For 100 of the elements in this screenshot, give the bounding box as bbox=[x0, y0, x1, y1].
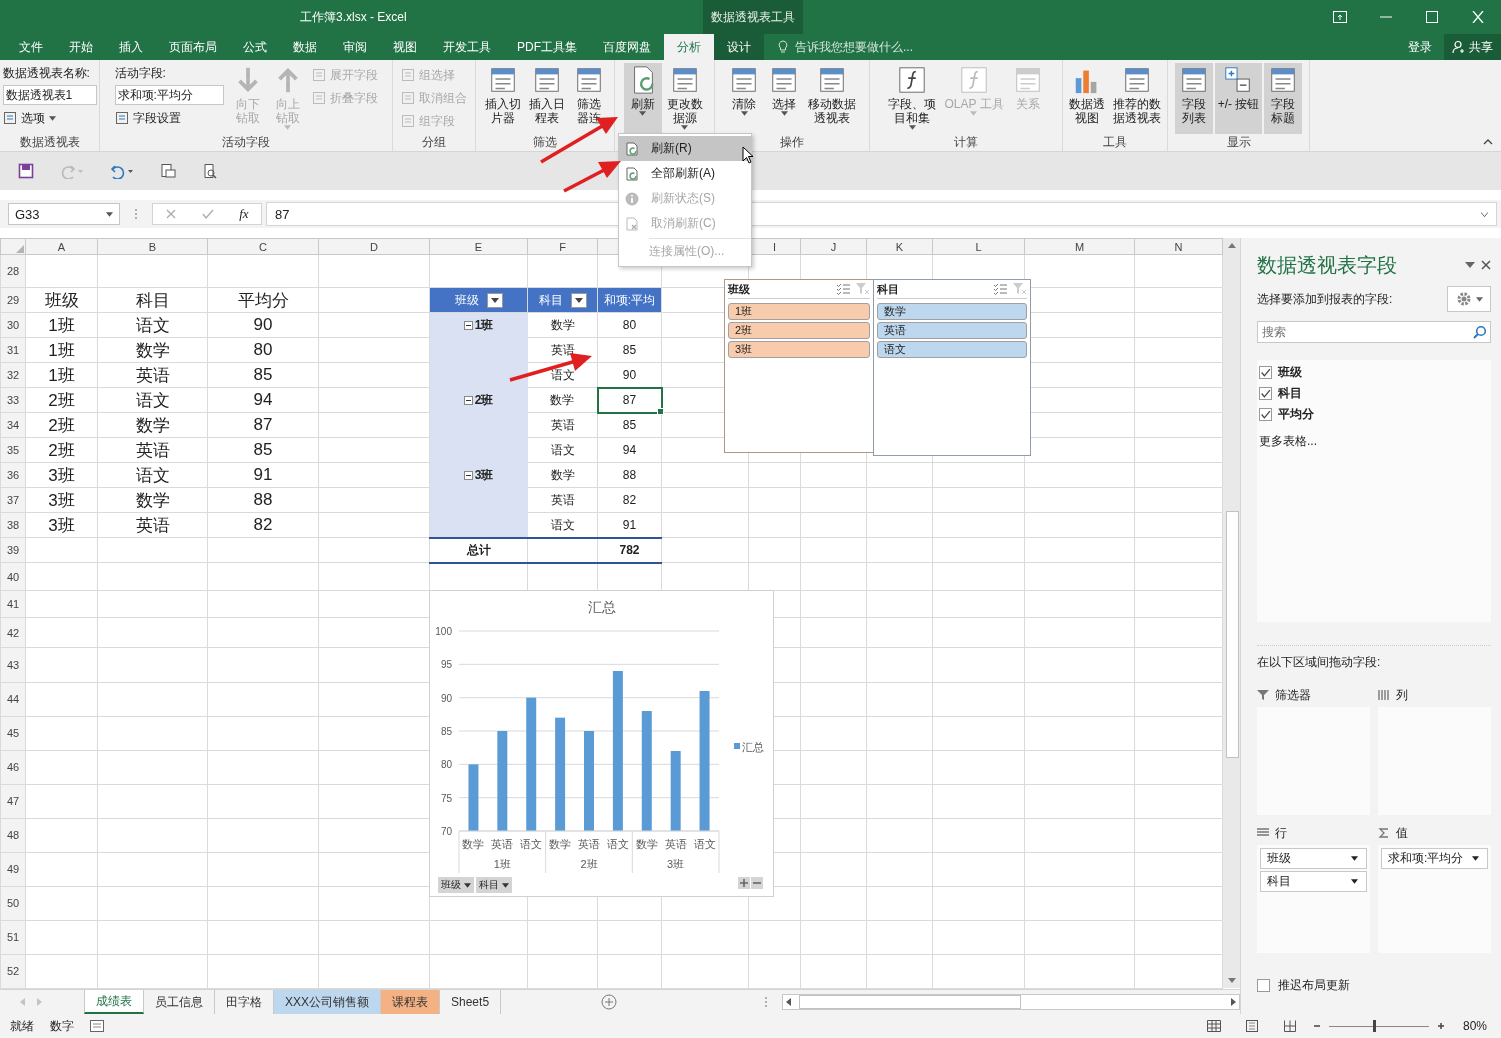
menu-item[interactable]: 全部刷新(A) bbox=[619, 161, 751, 186]
ribbon-button[interactable]: 插入切片器 bbox=[482, 63, 524, 134]
row-number[interactable]: 32 bbox=[0, 362, 26, 388]
area-field-button[interactable]: 求和项:平均分 bbox=[1381, 848, 1488, 869]
row-number[interactable]: 35 bbox=[0, 437, 26, 463]
expand-icon[interactable] bbox=[738, 877, 750, 889]
row-number[interactable]: 29 bbox=[0, 287, 26, 313]
filter-button[interactable] bbox=[486, 292, 503, 308]
settings-button[interactable] bbox=[1447, 286, 1491, 312]
drop-area[interactable]: 班级 科目 bbox=[1257, 845, 1370, 953]
ribbon-tab[interactable]: 开发工具 bbox=[430, 34, 504, 60]
scroll-up-icon[interactable] bbox=[1227, 243, 1236, 248]
row-number[interactable]: 47 bbox=[0, 784, 26, 819]
row-number[interactable]: 45 bbox=[0, 716, 26, 751]
field-name[interactable]: 科目 bbox=[1278, 385, 1302, 402]
row-number[interactable]: 30 bbox=[0, 312, 26, 338]
sign-in-link[interactable]: 登录 bbox=[1408, 38, 1432, 56]
multi-select-icon[interactable] bbox=[993, 283, 1007, 295]
normal-view-icon[interactable] bbox=[1206, 1020, 1221, 1032]
share-button[interactable]: 共享 bbox=[1444, 34, 1501, 60]
ribbon-button[interactable]: 字段、项目和集 bbox=[885, 63, 940, 134]
column-header[interactable]: K bbox=[866, 238, 933, 255]
row-number[interactable]: 43 bbox=[0, 648, 26, 682]
row-number[interactable]: 42 bbox=[0, 617, 26, 648]
ribbon-tab[interactable]: 审阅 bbox=[330, 34, 380, 60]
checkbox[interactable] bbox=[1259, 366, 1272, 379]
row-number[interactable]: 48 bbox=[0, 818, 26, 853]
row-number[interactable]: 38 bbox=[0, 512, 26, 538]
area-field-button[interactable]: 班级 bbox=[1260, 848, 1367, 869]
scroll-left-icon[interactable] bbox=[786, 998, 791, 1006]
ribbon-button[interactable]: 移动数据透视表 bbox=[805, 63, 859, 134]
filter-button[interactable] bbox=[570, 292, 587, 308]
ribbon-tab[interactable]: 百度网盘 bbox=[590, 34, 664, 60]
ribbon-button[interactable]: +/- 按钮 bbox=[1214, 63, 1263, 134]
column-header[interactable]: M bbox=[1024, 238, 1135, 255]
zoom-out-icon[interactable] bbox=[1312, 1022, 1321, 1030]
ribbon-tab[interactable]: 页面布局 bbox=[156, 34, 230, 60]
row-number[interactable]: 44 bbox=[0, 682, 26, 717]
checkbox[interactable] bbox=[1259, 387, 1272, 400]
column-header[interactable]: F bbox=[527, 238, 598, 255]
sheet-tab[interactable]: XXX公司销售额 bbox=[274, 990, 381, 1014]
ribbon-tab[interactable]: 文件 bbox=[6, 34, 56, 60]
row-number[interactable]: 41 bbox=[0, 590, 26, 618]
save-icon[interactable] bbox=[18, 163, 34, 179]
zoom-level[interactable]: 80% bbox=[1462, 1019, 1487, 1033]
cancel-icon[interactable] bbox=[165, 208, 178, 220]
row-number[interactable]: 31 bbox=[0, 337, 26, 363]
collapse-icon[interactable] bbox=[463, 471, 473, 481]
sheet-tab[interactable]: 课程表 bbox=[381, 990, 440, 1014]
ribbon-tab[interactable]: 插入 bbox=[106, 34, 156, 60]
row-number[interactable]: 50 bbox=[0, 886, 26, 921]
tell-me-field[interactable]: 告诉我您想要做什么... bbox=[793, 39, 947, 55]
ribbon-tab[interactable]: 开始 bbox=[56, 34, 106, 60]
search-field[interactable]: 搜索 bbox=[1257, 321, 1491, 343]
column-header[interactable]: D bbox=[318, 238, 430, 255]
magnifier-icon[interactable] bbox=[202, 163, 218, 179]
ribbon-button[interactable]: 字段列表 bbox=[1174, 63, 1213, 134]
column-header[interactable]: C bbox=[207, 238, 319, 255]
ribbon-button[interactable]: 数据透视图 bbox=[1066, 63, 1108, 134]
horizontal-scrollbar[interactable] bbox=[782, 994, 1240, 1010]
row-number[interactable]: 39 bbox=[0, 537, 26, 563]
collapse-icon[interactable] bbox=[463, 396, 473, 405]
row-number[interactable]: 37 bbox=[0, 487, 26, 513]
row-number[interactable]: 36 bbox=[0, 462, 26, 488]
sheet-tab[interactable]: 成绩表 bbox=[84, 990, 144, 1014]
ribbon-tab[interactable]: 分析 bbox=[664, 34, 714, 60]
scroll-right-icon[interactable] bbox=[1231, 998, 1236, 1006]
column-header[interactable]: B bbox=[97, 238, 208, 255]
ribbon-tab[interactable]: 数据 bbox=[280, 34, 330, 60]
print-preview-icon[interactable] bbox=[160, 163, 176, 179]
close-icon[interactable] bbox=[1481, 260, 1491, 270]
text-field[interactable]: 求和项:平均分 bbox=[114, 85, 224, 105]
ribbon-tab[interactable]: 视图 bbox=[380, 34, 430, 60]
insert-function-button[interactable]: fx bbox=[239, 206, 249, 222]
row-number[interactable]: 52 bbox=[0, 954, 26, 989]
column-header[interactable]: J bbox=[800, 238, 867, 255]
column-header[interactable]: N bbox=[1134, 238, 1223, 255]
scroll-thumb[interactable] bbox=[799, 995, 1021, 1009]
ribbon-button[interactable]: 选项 bbox=[2, 108, 97, 128]
menu-item[interactable]: 刷新(R) bbox=[619, 136, 751, 161]
ribbon-tab[interactable]: 公式 bbox=[230, 34, 280, 60]
checkbox[interactable] bbox=[1259, 408, 1272, 421]
slicer-item[interactable]: 英语 bbox=[877, 322, 1027, 339]
area-field-button[interactable]: 科目 bbox=[1260, 871, 1367, 892]
column-header[interactable]: A bbox=[25, 238, 98, 255]
check-icon[interactable] bbox=[202, 208, 215, 220]
fill-handle[interactable] bbox=[656, 407, 664, 415]
row-number[interactable]: 28 bbox=[0, 254, 26, 288]
search-icon[interactable] bbox=[1473, 325, 1487, 339]
slicer-item[interactable]: 2班 bbox=[728, 322, 870, 339]
name-box[interactable]: G33 bbox=[8, 203, 120, 225]
checkbox[interactable] bbox=[1257, 979, 1270, 992]
column-header[interactable]: E bbox=[429, 238, 528, 255]
page-break-icon[interactable] bbox=[1282, 1020, 1297, 1032]
more-tables-link[interactable]: 更多表格... bbox=[1259, 433, 1491, 450]
slicer-item[interactable]: 数学 bbox=[877, 303, 1027, 320]
formula-field[interactable]: 87 bbox=[275, 206, 290, 222]
column-header[interactable]: L bbox=[932, 238, 1025, 255]
zoom-in-icon[interactable] bbox=[1436, 1022, 1445, 1030]
multi-select-icon[interactable] bbox=[836, 283, 850, 295]
